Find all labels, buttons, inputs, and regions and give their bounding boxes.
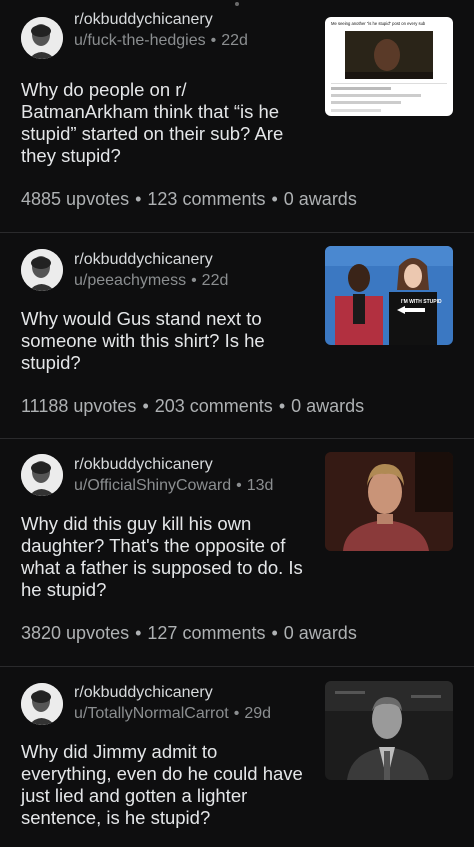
post-age: 22d xyxy=(201,272,229,289)
upvote-count: 4885 upvotes xyxy=(21,189,130,209)
thumbnail-caption: Me seeing another "is he stupid" post on… xyxy=(331,21,426,26)
upvote-count: 11188 upvotes xyxy=(21,396,137,416)
subreddit-avatar[interactable] xyxy=(21,17,63,59)
post-author[interactable]: u/OfficialShinyCoward • 13d xyxy=(74,477,273,495)
username: u/fuck-the-hedgies xyxy=(74,32,206,49)
post-age: 13d xyxy=(246,477,274,494)
post-stats: 3820 upvotes • 127 comments • 0 awards xyxy=(21,623,357,643)
post-thumbnail[interactable]: I'M WITH STUPID xyxy=(325,246,453,345)
post-stats: 11188 upvotes • 203 comments • 0 awards xyxy=(21,396,365,416)
post-author[interactable]: u/fuck-the-hedgies • 22d xyxy=(74,32,248,50)
avatar-face-icon xyxy=(21,249,63,291)
post-title[interactable]: Why do people on r/ BatmanArkham think t… xyxy=(21,79,306,167)
post-age: 29d xyxy=(244,705,272,722)
comment-count: 127 comments xyxy=(147,623,266,643)
post-title[interactable]: Why would Gus stand next to someone with… xyxy=(21,308,306,374)
subreddit-name[interactable]: r/okbuddychicanery xyxy=(74,456,213,474)
avatar-face-icon xyxy=(21,17,63,59)
subreddit-avatar[interactable] xyxy=(21,683,63,725)
subreddit-avatar[interactable] xyxy=(21,454,63,496)
feed-post[interactable]: r/okbuddychicanery u/OfficialShinyCoward… xyxy=(0,439,474,667)
upvote-count: 3820 upvotes xyxy=(21,623,130,643)
post-author[interactable]: u/TotallyNormalCarrot • 29d xyxy=(74,705,271,723)
award-count: 0 awards xyxy=(283,189,357,209)
thumbnail-caption: I'M WITH STUPID xyxy=(401,299,442,305)
feed-post[interactable]: r/okbuddychicanery u/peeachymess • 22d Why… xyxy=(0,233,474,439)
avatar-face-icon xyxy=(21,454,63,496)
post-thumbnail[interactable] xyxy=(325,452,453,551)
post-stats: 4885 upvotes • 123 comments • 0 awards xyxy=(21,189,357,209)
post-author[interactable]: u/peeachymess • 22d xyxy=(74,272,228,290)
post-title[interactable]: Why did this guy kill his own daughter? … xyxy=(21,513,306,601)
award-count: 0 awards xyxy=(291,396,365,416)
avatar-face-icon xyxy=(21,683,63,725)
feed-post[interactable]: r/okbuddychicanery u/fuck-the-hedgies • 22… xyxy=(0,0,474,233)
comment-count: 203 comments xyxy=(154,396,273,416)
username: u/TotallyNormalCarrot xyxy=(74,705,229,722)
post-age: 22d xyxy=(221,32,248,49)
subreddit-name[interactable]: r/okbuddychicanery xyxy=(74,684,213,702)
subreddit-name[interactable]: r/okbuddychicanery xyxy=(74,251,213,269)
username: u/peeachymess xyxy=(74,272,187,289)
feed-post[interactable]: r/okbuddychicanery u/TotallyNormalCarrot… xyxy=(0,667,474,847)
username: u/OfficialShinyCoward xyxy=(74,477,232,494)
subreddit-avatar[interactable] xyxy=(21,249,63,291)
subreddit-name[interactable]: r/okbuddychicanery xyxy=(74,11,213,29)
post-thumbnail[interactable] xyxy=(325,681,453,780)
post-title[interactable]: Why did Jimmy admit to everything, even … xyxy=(21,741,306,829)
comment-count: 123 comments xyxy=(147,189,266,209)
post-thumbnail[interactable]: Me seeing another "is he stupid" post on… xyxy=(325,17,453,116)
award-count: 0 awards xyxy=(283,623,357,643)
